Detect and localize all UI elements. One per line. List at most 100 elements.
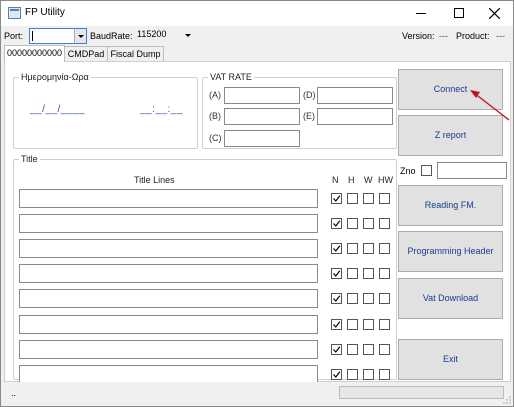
z-report-label: Z report bbox=[434, 130, 467, 140]
title-line-h-checkbox[interactable] bbox=[347, 193, 358, 204]
title-bar: FP Utility bbox=[1, 1, 513, 26]
title-lines-header: Title Lines bbox=[134, 175, 175, 185]
title-line-input[interactable] bbox=[19, 214, 318, 233]
title-line-w-checkbox[interactable] bbox=[363, 218, 374, 229]
title-line-input[interactable] bbox=[19, 315, 318, 334]
column-n-header: N bbox=[332, 175, 339, 185]
title-line-hw-checkbox[interactable] bbox=[379, 319, 390, 330]
product-value: --- bbox=[496, 31, 505, 41]
checkmark-icon bbox=[333, 346, 341, 353]
title-line-n-checkbox[interactable] bbox=[331, 293, 342, 304]
title-line-n-checkbox[interactable] bbox=[331, 369, 342, 380]
z-report-button[interactable]: Z report bbox=[398, 115, 503, 156]
baud-select[interactable]: 115200 bbox=[133, 28, 193, 42]
connect-button[interactable]: Connect bbox=[398, 69, 503, 110]
vat-a-input[interactable] bbox=[224, 87, 300, 104]
title-line-hw-checkbox[interactable] bbox=[379, 344, 390, 355]
reading-fm-button[interactable]: Reading FM. bbox=[398, 185, 503, 226]
title-line-n-checkbox[interactable] bbox=[331, 319, 342, 330]
exit-label: Exit bbox=[442, 354, 458, 364]
vat-d-input[interactable] bbox=[317, 87, 393, 104]
zno-checkbox[interactable] bbox=[421, 165, 432, 176]
title-line-hw-checkbox[interactable] bbox=[379, 293, 390, 304]
title-line-h-checkbox[interactable] bbox=[347, 344, 358, 355]
datetime-group: Ημερομηνία-Ωρα __/__/____ __:__:__ bbox=[13, 72, 198, 149]
status-bar: .. bbox=[1, 382, 513, 406]
tab-cmdpad[interactable]: CMDPad bbox=[63, 46, 109, 61]
vat-d-label: (D) bbox=[303, 90, 316, 100]
title-line-w-checkbox[interactable] bbox=[363, 369, 374, 380]
title-line-w-checkbox[interactable] bbox=[363, 293, 374, 304]
vat-e-input[interactable] bbox=[317, 108, 393, 125]
title-line-n-checkbox[interactable] bbox=[331, 243, 342, 254]
checkmark-icon bbox=[333, 270, 341, 277]
title-line-n-checkbox[interactable] bbox=[331, 193, 342, 204]
title-line-input[interactable] bbox=[19, 239, 318, 258]
close-icon bbox=[489, 8, 500, 19]
title-line-h-checkbox[interactable] bbox=[347, 218, 358, 229]
maximize-button[interactable] bbox=[442, 1, 476, 26]
title-line-w-checkbox[interactable] bbox=[363, 344, 374, 355]
title-line-n-checkbox[interactable] bbox=[331, 344, 342, 355]
app-window-icon bbox=[8, 7, 21, 19]
title-line-w-checkbox[interactable] bbox=[363, 243, 374, 254]
title-line-h-checkbox[interactable] bbox=[347, 243, 358, 254]
programming-header-button[interactable]: Programming Header bbox=[398, 231, 503, 272]
zno-input[interactable] bbox=[437, 162, 507, 179]
chevron-down-icon[interactable] bbox=[182, 28, 193, 42]
title-line-h-checkbox[interactable] bbox=[347, 268, 358, 279]
app-window: FP Utility Port: BaudRate: 115200 Versio… bbox=[0, 0, 514, 407]
checkmark-icon bbox=[333, 220, 341, 227]
vat-b-input[interactable] bbox=[224, 108, 300, 125]
title-group: Title Title Lines N H W HW bbox=[13, 154, 397, 384]
close-button[interactable] bbox=[477, 1, 511, 26]
title-line-input[interactable] bbox=[19, 264, 318, 283]
version-label: Version: bbox=[402, 31, 435, 41]
zno-label: Zno bbox=[400, 166, 416, 176]
vat-c-input[interactable] bbox=[224, 130, 300, 147]
checkmark-icon bbox=[333, 321, 341, 328]
minimize-button[interactable] bbox=[404, 1, 438, 26]
title-line-input[interactable] bbox=[19, 340, 318, 359]
title-line-hw-checkbox[interactable] bbox=[379, 193, 390, 204]
progress-bar bbox=[339, 386, 504, 399]
title-line-hw-checkbox[interactable] bbox=[379, 369, 390, 380]
port-select[interactable] bbox=[29, 28, 87, 44]
column-w-header: W bbox=[364, 175, 373, 185]
title-line-w-checkbox[interactable] bbox=[363, 319, 374, 330]
chevron-down-icon[interactable] bbox=[74, 29, 86, 43]
title-line-hw-checkbox[interactable] bbox=[379, 268, 390, 279]
resize-grip-icon[interactable] bbox=[503, 396, 511, 404]
title-line-hw-checkbox[interactable] bbox=[379, 243, 390, 254]
title-line-w-checkbox[interactable] bbox=[363, 193, 374, 204]
title-line-h-checkbox[interactable] bbox=[347, 369, 358, 380]
date-value: __/__/____ bbox=[30, 104, 86, 115]
tab-fiscal-dump[interactable]: Fiscal Dump bbox=[107, 46, 164, 61]
datetime-label: Ημερομηνία-Ωρα bbox=[19, 72, 91, 82]
vat-e-label: (E) bbox=[303, 111, 315, 121]
title-line-hw-checkbox[interactable] bbox=[379, 218, 390, 229]
exit-button[interactable]: Exit bbox=[398, 339, 503, 380]
title-line-h-checkbox[interactable] bbox=[347, 293, 358, 304]
checkmark-icon bbox=[333, 295, 341, 302]
title-line-n-checkbox[interactable] bbox=[331, 268, 342, 279]
title-line-h-checkbox[interactable] bbox=[347, 319, 358, 330]
title-line-w-checkbox[interactable] bbox=[363, 268, 374, 279]
column-h-header: H bbox=[348, 175, 355, 185]
vat-label: VAT RATE bbox=[208, 72, 254, 82]
window-title: FP Utility bbox=[25, 7, 65, 18]
vat-c-label: (C) bbox=[209, 133, 222, 143]
status-text: .. bbox=[11, 388, 17, 398]
tab-main[interactable]: 00000000000 bbox=[4, 45, 65, 62]
title-line-input[interactable] bbox=[19, 289, 318, 308]
vat-download-button[interactable]: Vat Download bbox=[398, 278, 503, 319]
checkmark-icon bbox=[333, 371, 341, 378]
connect-label: Connect bbox=[433, 84, 468, 94]
column-hw-header: HW bbox=[378, 175, 393, 185]
title-line-input[interactable] bbox=[19, 189, 318, 208]
baud-label: BaudRate: bbox=[90, 31, 133, 41]
title-line-n-checkbox[interactable] bbox=[331, 218, 342, 229]
port-label: Port: bbox=[4, 31, 24, 41]
vat-group: VAT RATE (A) (B) (C) (D) (E) bbox=[202, 72, 397, 149]
vat-b-label: (B) bbox=[209, 111, 221, 121]
